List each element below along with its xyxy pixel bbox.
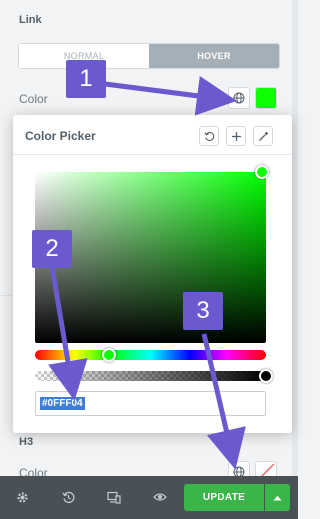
caret-up-icon: [273, 495, 282, 500]
devices-icon: [107, 491, 121, 504]
add-global-color-button[interactable]: [226, 126, 246, 146]
responsive-mode-button[interactable]: [107, 490, 121, 504]
hue-slider-handle[interactable]: [102, 348, 116, 362]
globe-icon: [233, 92, 245, 104]
picker-header: Color Picker: [13, 115, 292, 155]
panel-scrollbar[interactable]: [292, 0, 298, 476]
reset-icon: [204, 131, 214, 141]
preview-button[interactable]: [153, 490, 167, 504]
save-options-button[interactable]: [265, 484, 290, 511]
opacity-slider-handle[interactable]: [259, 369, 273, 383]
link-color-swatch[interactable]: [255, 87, 277, 109]
picker-title: Color Picker: [25, 129, 96, 143]
eyedropper-icon: [258, 131, 268, 141]
annotation-badge-2: 2: [32, 230, 72, 268]
opacity-slider[interactable]: [35, 371, 266, 381]
update-button[interactable]: UPDATE: [184, 484, 264, 511]
reset-color-button[interactable]: [199, 126, 219, 146]
settings-button[interactable]: [15, 490, 29, 504]
hex-color-input[interactable]: #0FFF04: [35, 391, 266, 416]
hue-slider[interactable]: [35, 350, 266, 360]
eyedropper-button[interactable]: [253, 126, 273, 146]
annotation-badge-3: 3: [183, 292, 223, 330]
gear-icon: [16, 491, 28, 503]
eye-icon: [153, 493, 167, 501]
color-picker-popup: Color Picker #0FFF04: [13, 115, 292, 433]
tab-hover[interactable]: HOVER: [149, 44, 279, 68]
annotation-badge-1: 1: [66, 60, 106, 98]
history-button[interactable]: [61, 490, 75, 504]
link-section-title[interactable]: Link: [19, 14, 42, 26]
state-tabs: NORMAL HOVER: [18, 43, 280, 69]
history-icon: [61, 491, 75, 503]
saturation-handle[interactable]: [255, 165, 269, 179]
global-colors-button[interactable]: [228, 87, 250, 109]
hex-value-selected: #0FFF04: [40, 397, 85, 410]
link-color-label: Color: [19, 92, 48, 106]
plus-icon: [231, 131, 241, 141]
h3-section-title[interactable]: H3: [19, 436, 33, 448]
